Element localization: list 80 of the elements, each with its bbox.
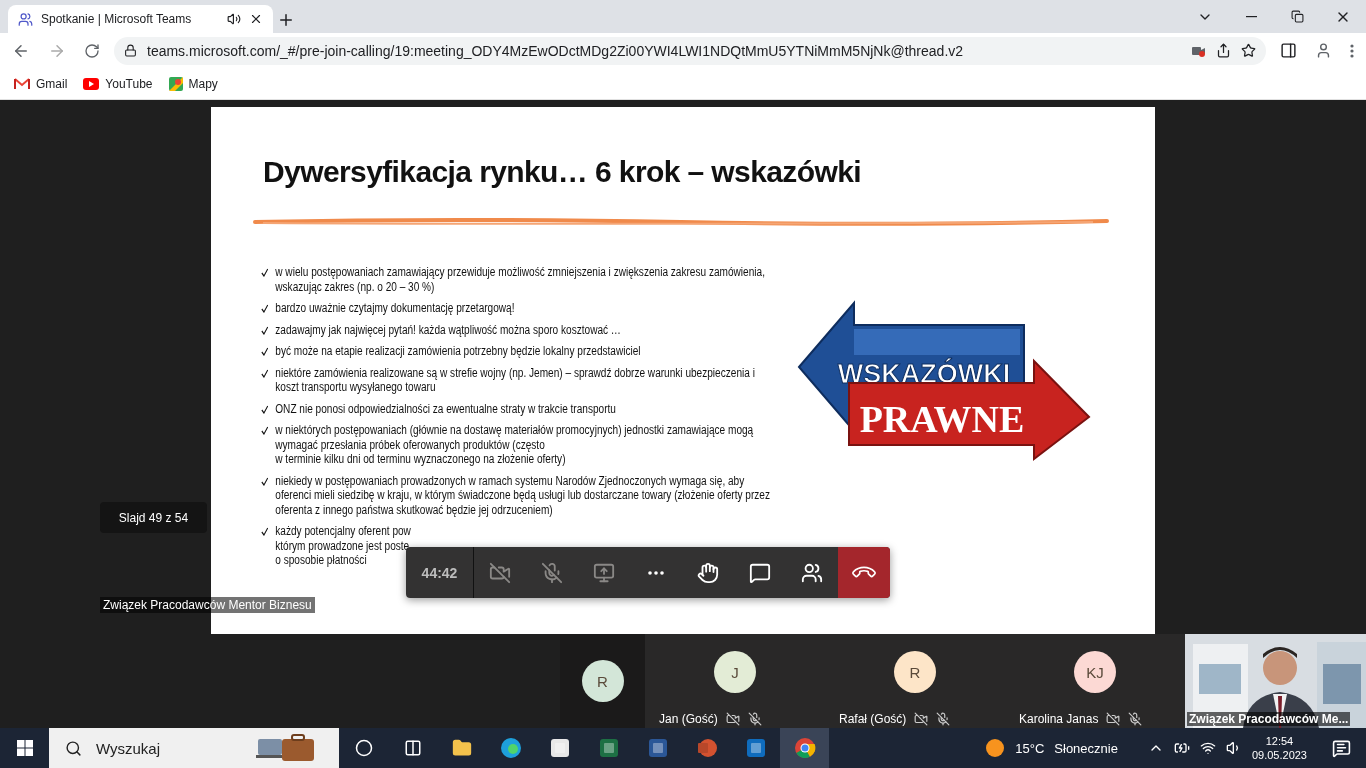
check-mark-icon <box>261 304 269 313</box>
task-view-icon <box>403 739 422 757</box>
check-mark-icon <box>261 527 269 536</box>
share-icon[interactable] <box>1216 43 1231 58</box>
camera-blocked-icon <box>1192 44 1206 57</box>
circle-icon <box>354 739 373 757</box>
camera-off-icon <box>489 561 511 584</box>
restore-icon <box>1290 10 1304 23</box>
mic-off-icon <box>747 712 762 726</box>
browser-tab[interactable]: Spotkanie | Microsoft Teams <box>8 5 273 33</box>
minimize-icon <box>1245 15 1257 18</box>
avatar: KJ <box>1074 651 1116 693</box>
check-mark-icon <box>261 368 269 378</box>
bookmark-link[interactable]: Mapy <box>168 76 218 91</box>
participant-name: Rafał (Gość) <box>839 712 907 726</box>
participant-name: Jan (Gość) <box>659 712 718 726</box>
avatar: R <box>894 651 936 693</box>
chrome-button[interactable] <box>780 728 829 768</box>
bullet-text: w niektórych postępowaniach (głównie na dostawę materiałów promocyjnych) jednostki zamawiające mogą wymagać przesłania próbek oferowanych produktów (często w terminie kilku dni od terminu wyznaczonego na złożenie oferty) <box>275 423 754 467</box>
hang-up-button[interactable] <box>838 547 890 598</box>
bookmark-link[interactable]: YouTube <box>83 76 153 91</box>
user-icon <box>1315 42 1332 59</box>
bullet-text: niekiedy w postępowaniach prowadzonych w ramach systemu Narodów Zjednoczonych wymaga się, aby oferenci mieli siedzibę w kraju, w którym świadczone będą usługi lub dostarczane towary (złożenie oferty przez oferenta z innego państwa skutkować będzie jej odrzuceniem) <box>275 473 770 517</box>
sun-icon <box>985 738 1006 758</box>
windows-logo-icon <box>16 740 33 756</box>
plus-icon <box>277 11 295 29</box>
avatar: R <box>581 660 624 702</box>
participant-name: Związek Pracodawców Me... <box>1187 712 1351 726</box>
close-icon <box>249 12 263 26</box>
menu-icon <box>1350 43 1354 58</box>
lock-icon <box>124 44 137 57</box>
arrow-label: PRAWNE <box>859 398 1025 440</box>
bullet-text: w wielu postępowaniach zamawiający przewiduje możliwość zmniejszenia i zwiększenia zakresu zamówienia, wskazując zakres (np. o 20 – 30 %) <box>275 265 765 294</box>
play-icon <box>83 77 100 90</box>
check-mark-icon <box>261 426 269 435</box>
folder-icon <box>451 738 472 758</box>
participant-name: Karolina Janas <box>1019 712 1099 726</box>
search-icon <box>65 739 82 757</box>
bookmark-link[interactable]: Gmail <box>14 76 68 91</box>
mic-off-icon <box>541 561 563 584</box>
check-mark-icon <box>261 268 269 277</box>
bullet-text: ONZ nie ponosi odpowiedzialności za ewentualne straty w trakcie transportu <box>275 401 616 416</box>
speaker-icon <box>227 12 241 26</box>
check-mark-icon <box>261 347 269 356</box>
share-screen-icon <box>593 561 615 584</box>
camera-off-icon <box>1106 712 1121 726</box>
wifi-icon[interactable] <box>1199 740 1216 756</box>
bullet-text: być może na etapie realizacji zamówienia potrzebny będzie lokalny przedstawiciel <box>275 344 641 359</box>
call-timer: 44:42 <box>406 547 474 598</box>
mic-off-icon <box>936 712 951 726</box>
battery-icon[interactable] <box>1173 740 1190 756</box>
bullet-text: bardzo uważnie czytajmy dokumentację przetargową! <box>275 301 515 316</box>
hand-icon <box>697 561 719 584</box>
notification-icon <box>1332 738 1351 758</box>
chrome-icon <box>793 737 816 759</box>
check-mark-icon <box>261 476 269 486</box>
side-panel-icon <box>1280 42 1297 59</box>
search-field[interactable]: Wyszukaj <box>94 738 244 758</box>
camera-off-icon <box>725 712 740 726</box>
slide-counter: Slajd 49 z 54 <box>100 502 207 533</box>
chat-icon <box>749 561 771 584</box>
temperature: 15°C <box>1015 740 1045 756</box>
mic-off-icon <box>1128 712 1143 726</box>
people-icon <box>801 561 823 584</box>
avatar: J <box>714 651 756 693</box>
check-mark-icon <box>261 404 269 414</box>
address-bar[interactable]: teams.microsoft.com/_#/pre-join-calling/19:meeting_ODY4MzEwODctMDg2Zi00YWI4LWI1NDQtMmU5YTNiMmM5NjNk@thread.v2 <box>114 36 1266 65</box>
more-icon <box>648 570 664 575</box>
camera-off-icon <box>914 712 929 726</box>
weather-text: Słonecznie <box>1054 740 1118 756</box>
bookmark-star-icon[interactable] <box>1241 43 1256 58</box>
bullet-text: niektóre zamówienia realizowane są w strefie wojny (np. Jemen) – sprawdź dobrze warunki ubezpieczenia i koszt transportu wysyłanego towaru <box>275 365 755 395</box>
reload-icon <box>84 42 100 59</box>
clock[interactable]: 12:54 09.05.2023 <box>1251 734 1307 762</box>
slide-title: Dywersyfikacja rynku… 6 krok – wskazówki <box>263 155 861 189</box>
bullet-text: zadawajmy jak najwięcej pytań! każda wątpliwość można sporo kosztować … <box>275 322 621 337</box>
check-mark-icon <box>261 325 269 335</box>
map-pin-icon <box>168 76 183 91</box>
presenter-name: Związek Pracodawców Mentor Biznesu <box>100 597 315 613</box>
arrow-label: WSKAZÓWKI <box>837 359 1011 389</box>
